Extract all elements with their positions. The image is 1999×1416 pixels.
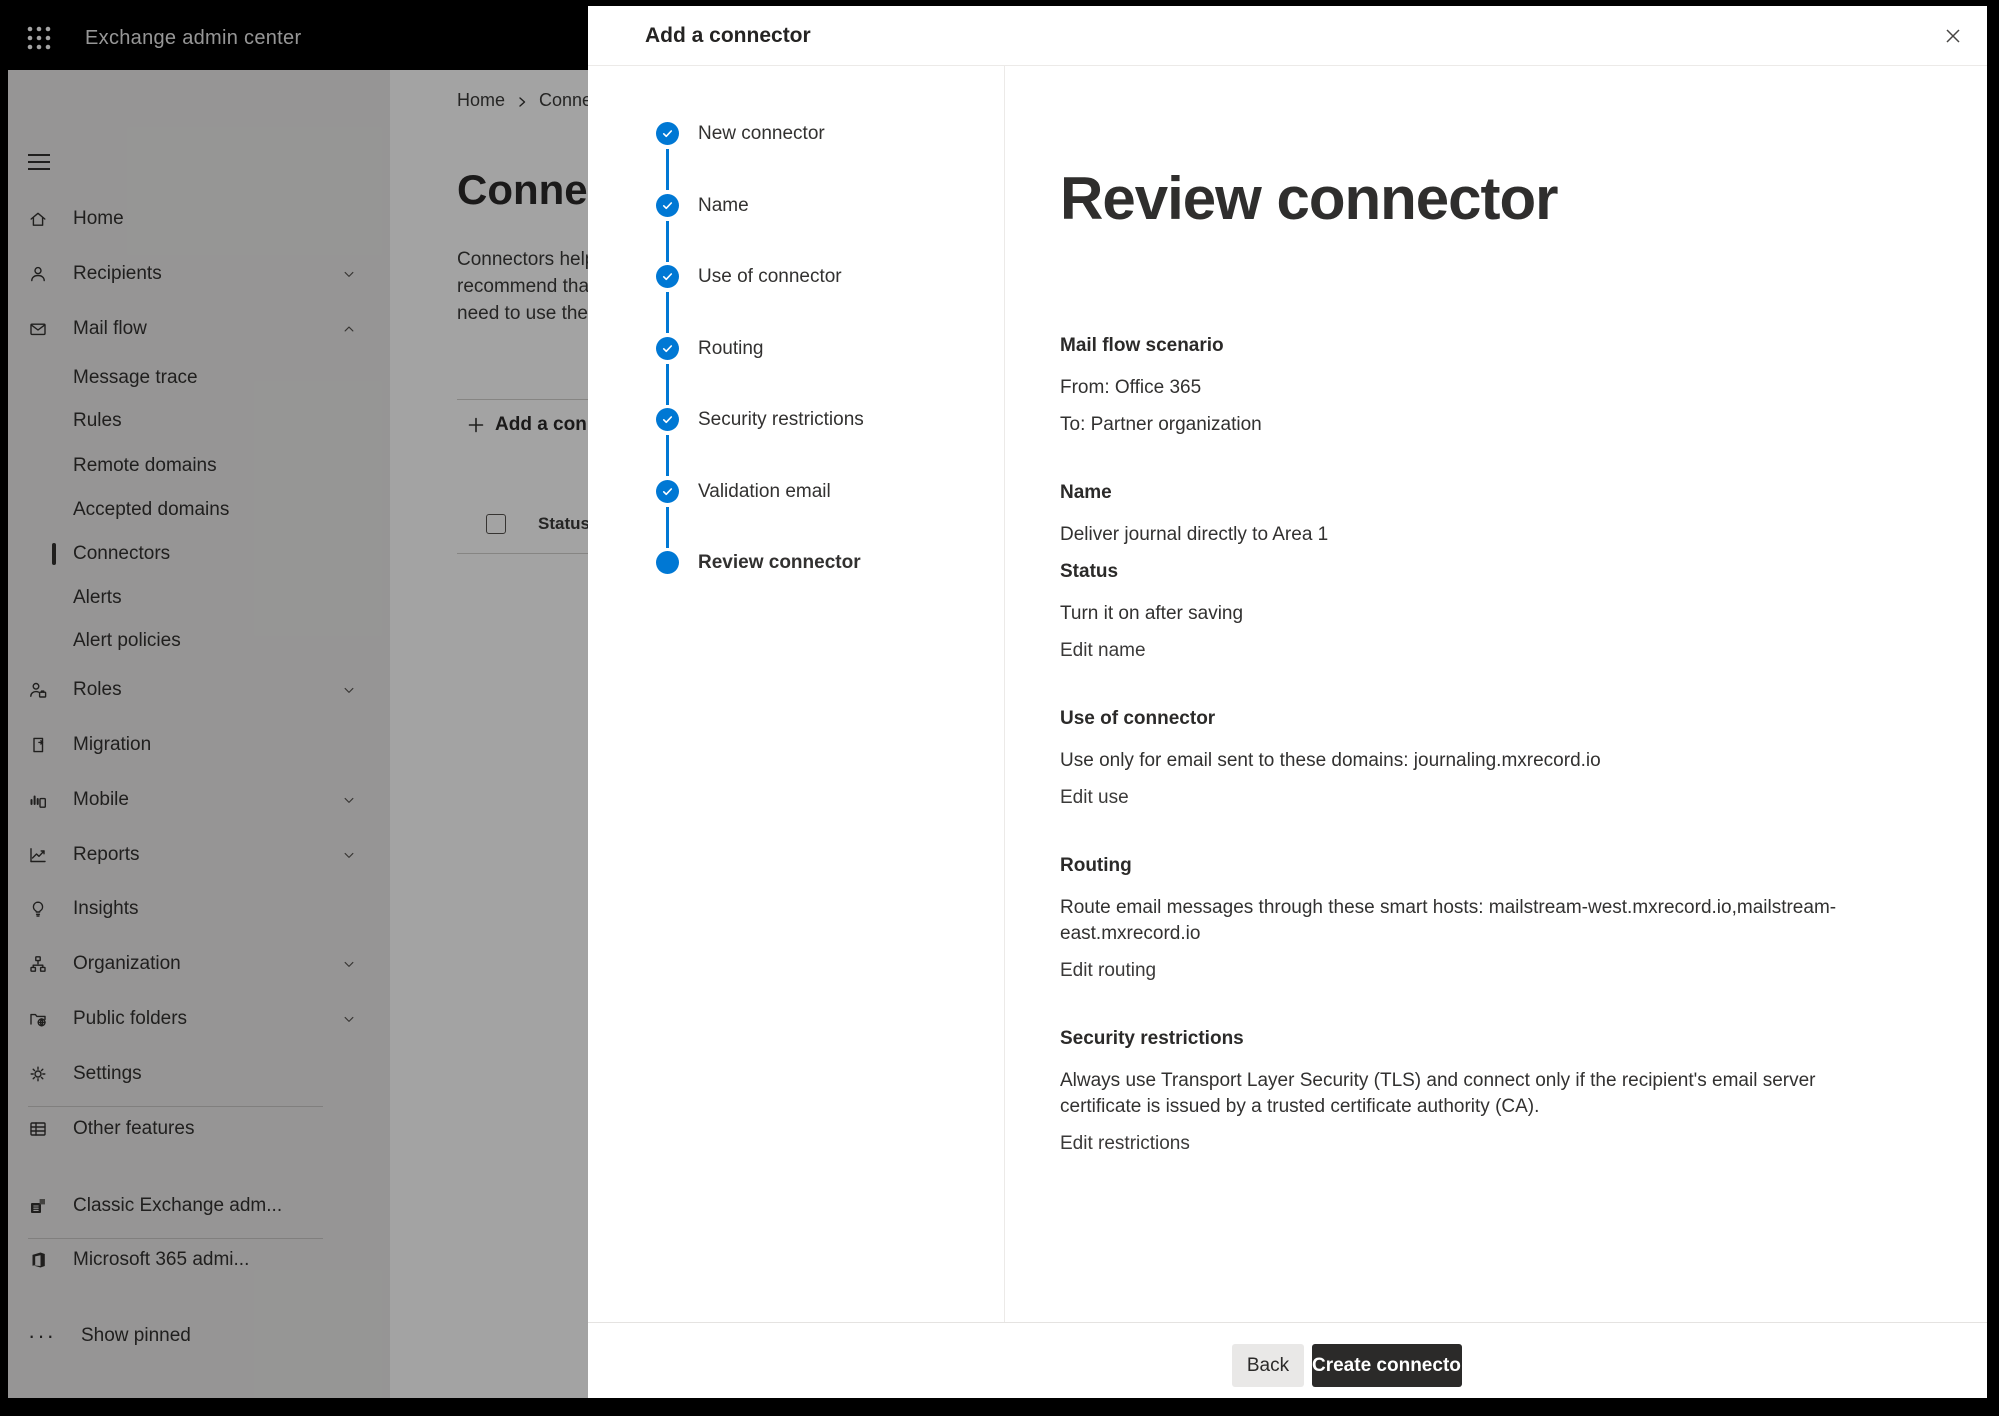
step-routing[interactable]: Routing <box>588 337 1004 360</box>
back-button[interactable]: Back <box>1232 1344 1304 1387</box>
step-new-connector[interactable]: New connector <box>588 122 1004 145</box>
step-check-icon <box>656 122 679 145</box>
step-name[interactable]: Name <box>588 194 1004 217</box>
step-check-icon <box>656 337 679 360</box>
section-status: Status Turn it on after saving Edit name <box>1060 559 1894 664</box>
step-check-icon <box>656 480 679 503</box>
step-validation-email[interactable]: Validation email <box>588 480 1004 503</box>
section-header: Use of connector <box>1060 706 1894 732</box>
dialog-footer: Back Create connector <box>588 1322 1987 1398</box>
edit-use-link[interactable]: Edit use <box>1060 785 1129 811</box>
dialog-title: Add a connector <box>645 6 811 66</box>
section-security-restrictions: Security restrictions Always use Transpo… <box>1060 1026 1894 1157</box>
section-header: Status <box>1060 559 1894 585</box>
review-sections: Mail flow scenario From: Office 365 To: … <box>1060 333 1894 1157</box>
section-header: Name <box>1060 480 1894 506</box>
edit-restrictions-link[interactable]: Edit restrictions <box>1060 1131 1190 1157</box>
section-header: Routing <box>1060 853 1894 879</box>
section-header: Security restrictions <box>1060 1026 1894 1052</box>
app-window: Exchange admin center Home Recipients Ma… <box>8 6 1987 1398</box>
step-security-restrictions[interactable]: Security restrictions <box>588 408 1004 431</box>
step-check-icon <box>656 194 679 217</box>
stepper-content-divider <box>1004 66 1005 1322</box>
step-review-connector[interactable]: Review connector <box>588 551 1004 574</box>
edit-name-link[interactable]: Edit name <box>1060 638 1146 664</box>
section-use-of-connector: Use of connector Use only for email sent… <box>1060 706 1894 811</box>
step-check-icon <box>656 265 679 288</box>
section-row: Route email messages through these smart… <box>1060 895 1894 947</box>
close-icon[interactable] <box>1943 26 1963 46</box>
section-name: Name Deliver journal directly to Area 1 <box>1060 480 1894 548</box>
section-row: Turn it on after saving <box>1060 601 1894 627</box>
step-use-of-connector[interactable]: Use of connector <box>588 265 1004 288</box>
step-check-icon <box>656 408 679 431</box>
section-row: To: Partner organization <box>1060 412 1894 438</box>
create-connector-button[interactable]: Create connector <box>1312 1344 1462 1387</box>
edit-routing-link[interactable]: Edit routing <box>1060 958 1156 984</box>
review-heading: Review connector <box>1060 164 1558 233</box>
section-header: Mail flow scenario <box>1060 333 1894 359</box>
section-row: Use only for email sent to these domains… <box>1060 748 1894 774</box>
section-row: From: Office 365 <box>1060 375 1894 401</box>
dialog-header: Add a connector <box>588 6 1987 66</box>
section-row: Always use Transport Layer Security (TLS… <box>1060 1068 1894 1120</box>
add-connector-dialog: Add a connector New connector Name <box>588 6 1987 1398</box>
section-row: Deliver journal directly to Area 1 <box>1060 522 1894 548</box>
section-mail-flow-scenario: Mail flow scenario From: Office 365 To: … <box>1060 333 1894 438</box>
step-current-dot <box>656 551 679 574</box>
section-routing: Routing Route email messages through the… <box>1060 853 1894 984</box>
